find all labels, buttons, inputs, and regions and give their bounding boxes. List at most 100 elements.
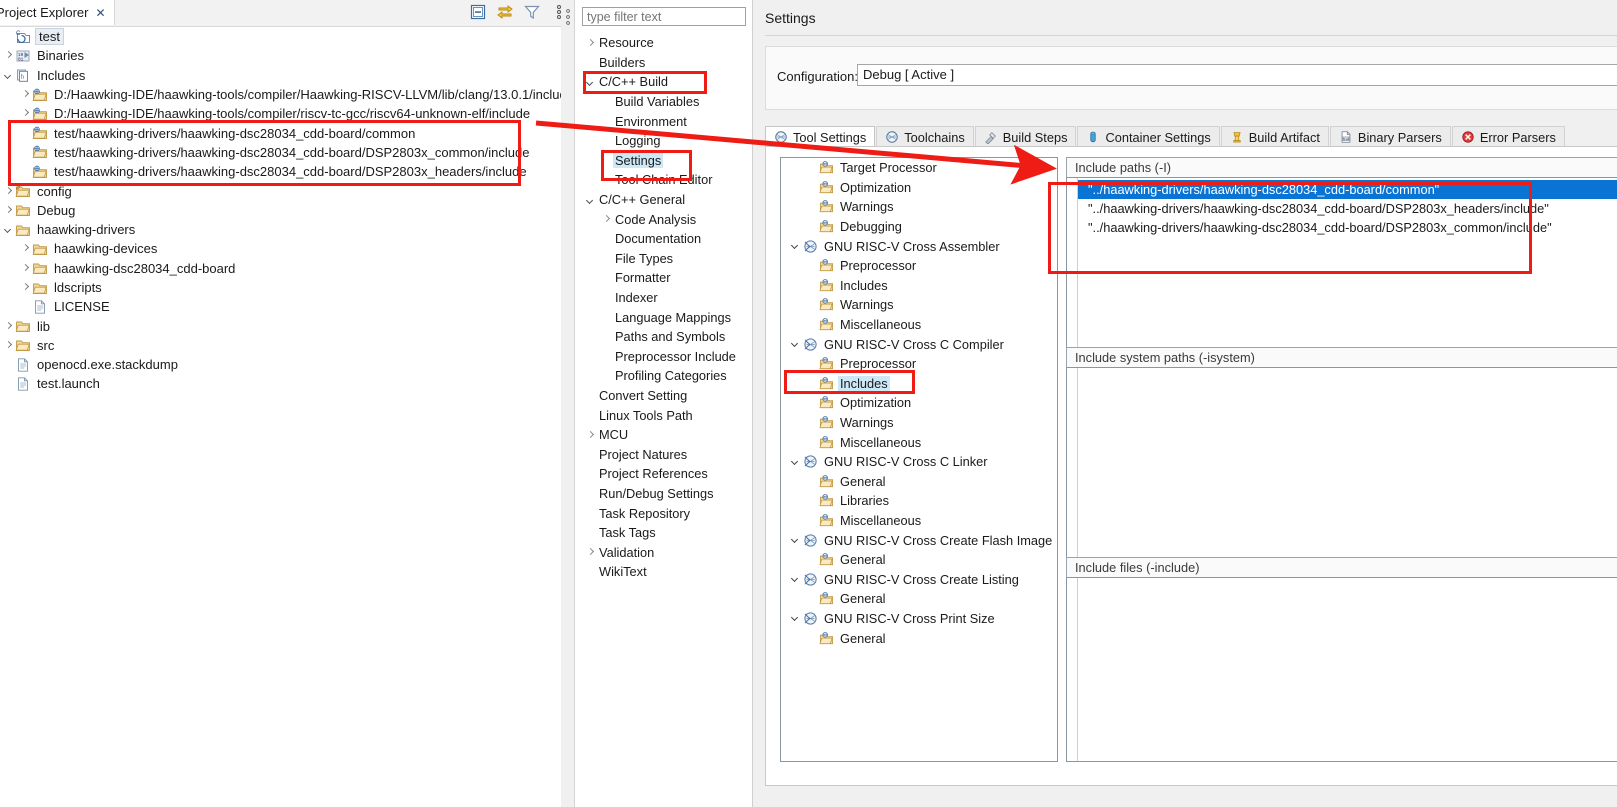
chevron-right-icon[interactable]: [2, 49, 15, 62]
include-paths-items[interactable]: "../haawking-drivers/haawking-dsc28034_c…: [1078, 180, 1617, 237]
project-tree-item[interactable]: src: [0, 336, 572, 355]
project-tree-item[interactable]: LICENSE: [0, 297, 572, 316]
chevron-down-icon[interactable]: [789, 533, 803, 547]
properties-tree-item[interactable]: File Types: [574, 249, 752, 269]
project-tree-item[interactable]: 10 01 Binaries: [0, 46, 572, 65]
link-with-editor-icon[interactable]: [496, 3, 514, 21]
tool-tree-item[interactable]: Warnings: [781, 295, 1057, 315]
tab-project-explorer[interactable]: Project Explorer ✕: [0, 0, 115, 25]
properties-tree-item[interactable]: Paths and Symbols: [574, 327, 752, 347]
chevron-right-icon[interactable]: [19, 262, 32, 275]
tool-tree-item[interactable]: GNU RISC-V Cross C Compiler: [781, 334, 1057, 354]
chevron-down-icon[interactable]: [585, 194, 597, 206]
filter-icon[interactable]: [523, 3, 541, 21]
include-paths-buttons[interactable]: [1067, 178, 1078, 356]
tool-tree-item[interactable]: Includes: [781, 276, 1057, 296]
project-tree[interactable]: Ctest 10 01 Binaries h Includes D:/Haawking-ID…: [0, 27, 574, 807]
tool-tree-item[interactable]: General: [781, 589, 1057, 609]
properties-tree-item[interactable]: Environment: [574, 111, 752, 131]
project-tree-item[interactable]: Ctest: [0, 27, 572, 46]
properties-tree-item[interactable]: Builders: [574, 53, 752, 73]
tool-tree-item[interactable]: Debugging: [781, 217, 1057, 237]
filter-input[interactable]: [582, 7, 746, 26]
properties-tree-item[interactable]: MCU: [574, 425, 752, 445]
properties-tree-item[interactable]: Tool Chain Editor: [574, 170, 752, 190]
include-path-item[interactable]: "../haawking-drivers/haawking-dsc28034_c…: [1078, 199, 1617, 218]
project-tree-item[interactable]: h Includes: [0, 66, 572, 85]
tool-tree-item[interactable]: GNU RISC-V Cross Assembler: [781, 236, 1057, 256]
project-tree-item[interactable]: test/haawking-drivers/haawking-dsc28034_…: [0, 143, 572, 162]
properties-tree-item[interactable]: Linux Tools Path: [574, 405, 752, 425]
project-tree-item[interactable]: ldscripts: [0, 278, 572, 297]
chevron-right-icon[interactable]: [19, 242, 32, 255]
tool-tree-item[interactable]: GNU RISC-V Cross Print Size: [781, 609, 1057, 629]
chevron-right-icon[interactable]: [2, 320, 15, 333]
tool-tree-item[interactable]: General: [781, 472, 1057, 492]
chevron-down-icon[interactable]: [789, 572, 803, 586]
properties-tree-item[interactable]: Logging: [574, 131, 752, 151]
properties-tree-item[interactable]: Convert Setting: [574, 386, 752, 406]
tab-toolchains[interactable]: Toolchains: [876, 126, 974, 147]
project-tree-item[interactable]: Debug: [0, 201, 572, 220]
settings-tabbar[interactable]: Tool Settings Toolchains Build Steps Contai…: [765, 125, 1617, 147]
rail-menu-icon[interactable]: [565, 8, 571, 26]
tool-tree-item[interactable]: Miscellaneous: [781, 511, 1057, 531]
properties-tree-item[interactable]: Language Mappings: [574, 307, 752, 327]
project-tree-item[interactable]: haawking-devices: [0, 239, 572, 258]
chevron-right-icon[interactable]: [585, 546, 597, 558]
chevron-right-icon[interactable]: [2, 204, 15, 217]
tool-tree-item[interactable]: General: [781, 550, 1057, 570]
chevron-down-icon[interactable]: [2, 223, 15, 236]
chevron-right-icon[interactable]: [19, 281, 32, 294]
chevron-right-icon[interactable]: [2, 185, 15, 198]
project-tree-item[interactable]: test/haawking-drivers/haawking-dsc28034_…: [0, 123, 572, 142]
project-tree-item[interactable]: config: [0, 181, 572, 200]
chevron-right-icon[interactable]: [19, 88, 32, 101]
properties-tree-item[interactable]: Settings: [574, 151, 752, 171]
chevron-down-icon[interactable]: [789, 337, 803, 351]
properties-tree-item[interactable]: Resource: [574, 33, 752, 53]
tool-tree-item[interactable]: Warnings: [781, 413, 1057, 433]
project-tree-item[interactable]: haawking-dsc28034_cdd-board: [0, 259, 572, 278]
chevron-right-icon[interactable]: [585, 429, 597, 441]
tool-tree-item[interactable]: Preprocessor: [781, 354, 1057, 374]
chevron-right-icon[interactable]: [601, 213, 613, 225]
tool-tree-item[interactable]: Target Processor: [781, 158, 1057, 178]
tool-tree-item[interactable]: General: [781, 628, 1057, 648]
properties-tree-item[interactable]: C/C++ General: [574, 190, 752, 210]
properties-tree-item[interactable]: Run/Debug Settings: [574, 484, 752, 504]
properties-tree-item[interactable]: Profiling Categories: [574, 366, 752, 386]
include-paths-list[interactable]: "../haawking-drivers/haawking-dsc28034_c…: [1066, 177, 1617, 357]
tab-build-artifact[interactable]: Build Artifact: [1220, 126, 1329, 147]
chevron-down-icon[interactable]: [789, 239, 803, 253]
tool-tree-item[interactable]: Miscellaneous: [781, 432, 1057, 452]
properties-tree-item[interactable]: Preprocessor Include: [574, 347, 752, 367]
properties-tree-item[interactable]: Project References: [574, 464, 752, 484]
tool-tree-item[interactable]: Optimization: [781, 178, 1057, 198]
include-path-item[interactable]: "../haawking-drivers/haawking-dsc28034_c…: [1078, 180, 1617, 199]
chevron-right-icon[interactable]: [585, 37, 597, 49]
tool-tree-item[interactable]: Optimization: [781, 393, 1057, 413]
chevron-right-icon[interactable]: [2, 339, 15, 352]
configuration-combo[interactable]: Debug [ Active ]: [857, 64, 1617, 86]
tool-tree-item[interactable]: GNU RISC-V Cross Create Flash Image: [781, 530, 1057, 550]
project-tree-item[interactable]: test/haawking-drivers/haawking-dsc28034_…: [0, 162, 572, 181]
project-tree-item[interactable]: lib: [0, 316, 572, 335]
tool-tree-item[interactable]: GNU RISC-V Cross C Linker: [781, 452, 1057, 472]
properties-tree-item[interactable]: Build Variables: [574, 92, 752, 112]
properties-tree-item[interactable]: C/C++ Build: [574, 72, 752, 92]
tool-tree-item[interactable]: Warnings: [781, 197, 1057, 217]
properties-tree-item[interactable]: Formatter: [574, 268, 752, 288]
include-system-paths-list[interactable]: [1066, 367, 1617, 563]
include-system-paths-buttons[interactable]: [1067, 368, 1078, 562]
include-files-list[interactable]: [1066, 577, 1617, 762]
tab-tool-settings[interactable]: Tool Settings: [765, 126, 876, 147]
project-tree-item[interactable]: D:/Haawking-IDE/haawking-tools/compiler/…: [0, 85, 574, 104]
properties-tree[interactable]: Resource Builders C/C++ Build Build Variabl…: [574, 33, 752, 582]
collapse-all-icon[interactable]: [469, 3, 487, 21]
properties-tree-item[interactable]: Task Repository: [574, 503, 752, 523]
project-tree-item[interactable]: D:/Haawking-IDE/haawking-tools/compiler/…: [0, 104, 572, 123]
chevron-down-icon[interactable]: [789, 455, 803, 469]
project-tree-item[interactable]: test.launch: [0, 374, 572, 393]
properties-tree-item[interactable]: Code Analysis: [574, 209, 752, 229]
